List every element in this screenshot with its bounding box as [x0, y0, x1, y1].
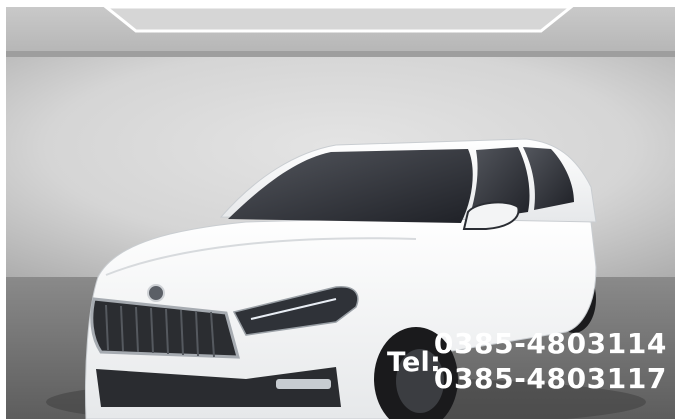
ceiling-edge: [6, 51, 675, 57]
fog-light: [276, 379, 331, 389]
phone-number-1: 0385-4803114: [433, 327, 667, 360]
brand-badge: [147, 284, 165, 302]
phone-overlay: Tel: 0385-4803114 0385-4803117: [387, 330, 667, 400]
ceiling-light-panel: [103, 7, 574, 33]
phone-number-2: 0385-4803117: [433, 362, 667, 395]
